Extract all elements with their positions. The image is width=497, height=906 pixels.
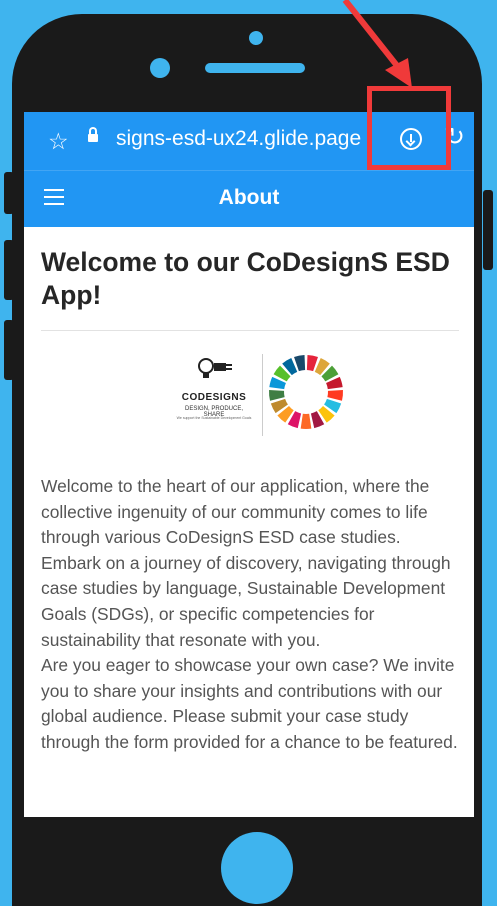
logo-separator: [262, 354, 263, 436]
sdg-wheel-icon: [269, 355, 343, 429]
red-arrow-icon: [342, 0, 412, 88]
codesigns-sdg-logo: CODESIGNS DESIGN, PRODUCE, SHARE We supp…: [174, 354, 344, 436]
phone-power-button: [483, 190, 493, 270]
phone-home-button[interactable]: [221, 832, 293, 904]
welcome-heading: Welcome to our CoDesignS ESD App!: [41, 247, 450, 310]
lock-icon: [88, 127, 98, 142]
phone-side-button: [4, 172, 14, 214]
about-body-text: Welcome to the heart of our application,…: [41, 474, 461, 756]
phone-screen: ☆ signs-esd-ux24.glide.page ↻ About Welc…: [24, 112, 474, 817]
logo-name: CODESIGNS: [181, 392, 247, 403]
page-title: About: [218, 186, 280, 209]
sdg-wheel-segment: [327, 390, 343, 401]
phone-volume-up-button: [4, 240, 14, 300]
logo-small-print: We support the Sustainable Development G…: [176, 416, 252, 420]
lightbulb-plug-icon: [198, 358, 232, 378]
sdg-wheel-segment: [300, 413, 312, 429]
star-outline-icon[interactable]: ☆: [48, 128, 69, 154]
url-text[interactable]: signs-esd-ux24.glide.page: [116, 127, 364, 151]
sdg-wheel-segment: [269, 390, 285, 401]
intro-paragraph: Welcome to the heart of our application,…: [41, 476, 451, 650]
divider: [41, 330, 459, 331]
app-header: About: [24, 170, 474, 227]
submission-paragraph: Are you eager to showcase your own case?…: [41, 655, 458, 752]
phone-volume-down-button: [4, 320, 14, 380]
